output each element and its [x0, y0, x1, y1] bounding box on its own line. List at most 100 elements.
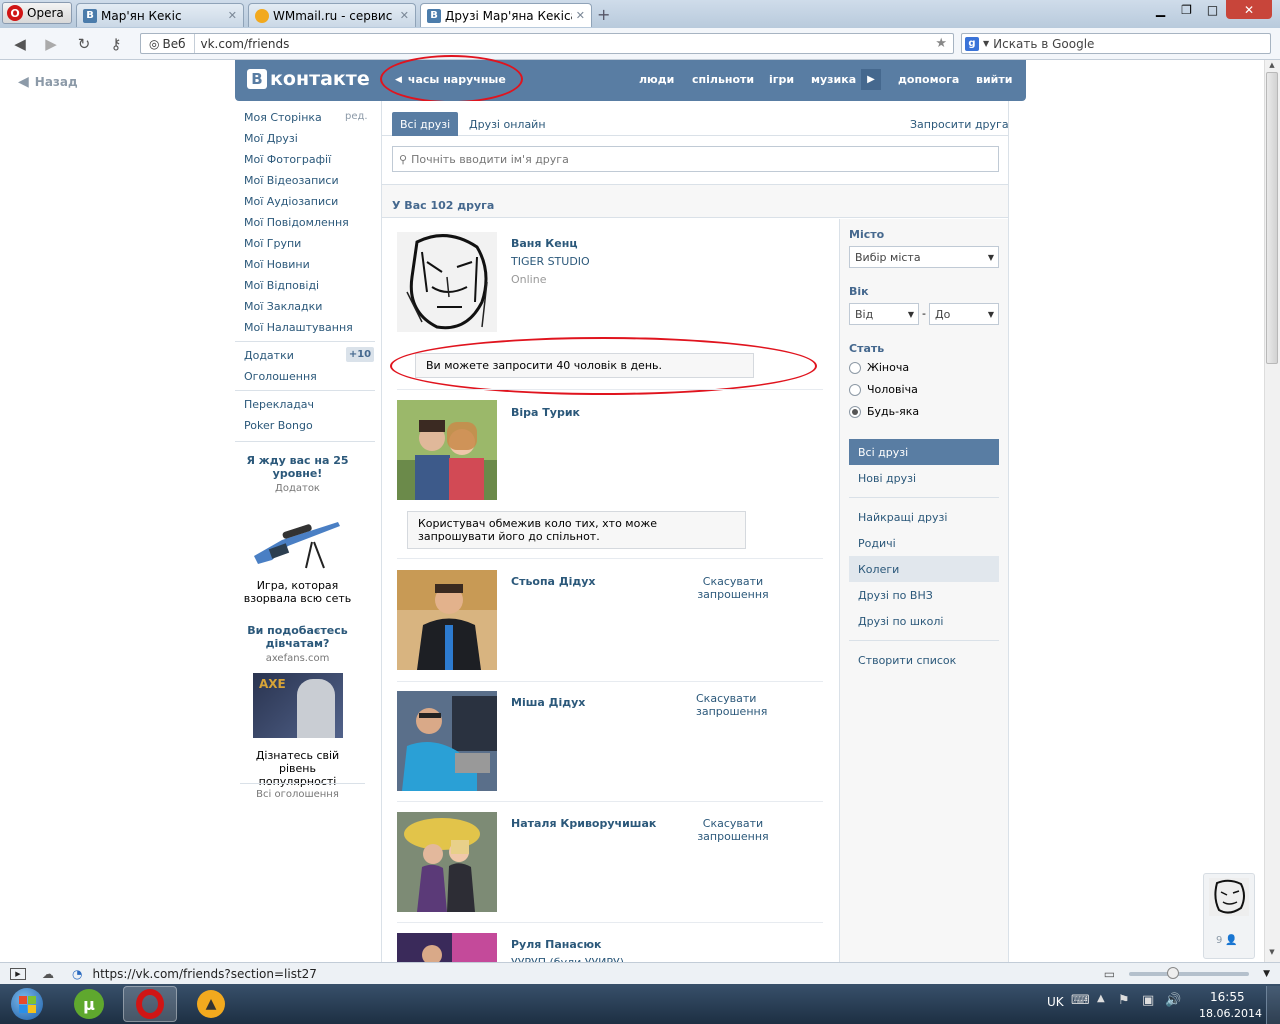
opera-menu-button[interactable]: O Opera: [2, 2, 72, 24]
search-engine-dropdown-icon[interactable]: ▼: [983, 39, 989, 48]
zoom-slider-handle[interactable]: [1167, 966, 1180, 979]
bookmark-star-icon[interactable]: ★: [935, 36, 953, 51]
friend-search-input[interactable]: ⚲ Почніть вводити ім'я друга: [392, 146, 999, 172]
cancel-invite-link[interactable]: Скасувати запрошення: [693, 817, 773, 843]
menu-my-messages[interactable]: Мої Повідомлення: [244, 216, 349, 229]
utorrent-taskbar-icon[interactable]: µ: [62, 986, 116, 1022]
menu-apps[interactable]: Додатки: [244, 349, 294, 362]
list-new-friends[interactable]: Нові друзі: [849, 465, 999, 491]
menu-my-friends[interactable]: Мої Друзі: [244, 132, 298, 145]
age-from-select[interactable]: Від ▼: [849, 303, 919, 325]
menu-ads[interactable]: Оголошення: [244, 370, 317, 383]
ad1-text[interactable]: Игра, которая взорвала всю сеть: [240, 579, 355, 605]
cloud-icon[interactable]: ☁: [42, 967, 54, 981]
clock-time[interactable]: 16:55: [1210, 990, 1245, 1004]
friend-photo[interactable]: [397, 933, 497, 962]
scroll-up-icon[interactable]: ▲: [1266, 61, 1278, 71]
friend-name[interactable]: Стьопа Дідух: [511, 575, 596, 588]
ad1-title[interactable]: Я жду вас на 25 уровне!: [240, 454, 355, 480]
age-to-select[interactable]: До ▼: [929, 303, 999, 325]
axe-ad-image[interactable]: AXE: [253, 673, 343, 738]
menu-translator[interactable]: Перекладач: [244, 398, 314, 411]
show-desktop-button[interactable]: [1266, 986, 1280, 1024]
nav-help[interactable]: допомога: [898, 73, 959, 86]
web-badge[interactable]: ◎ Веб: [141, 34, 195, 53]
browser-search-field[interactable]: g ▼ Искать в Google: [961, 33, 1271, 54]
all-ads-link[interactable]: Всі оголошення: [240, 789, 355, 800]
friend-name[interactable]: Наталя Криворучишак: [511, 817, 656, 830]
tab-marian-kekis[interactable]: B Мар'ян Кекіс ✕: [76, 3, 244, 27]
nav-logout[interactable]: вийти: [976, 73, 1012, 86]
menu-my-audio[interactable]: Мої Аудіозаписи: [244, 195, 338, 208]
nav-games[interactable]: ігри: [769, 73, 794, 86]
page-view-icon[interactable]: ▭: [1104, 967, 1115, 981]
music-play-icon[interactable]: ▶: [861, 69, 881, 90]
reload-icon[interactable]: ↻: [74, 35, 94, 53]
friend-group[interactable]: TIGER STUDIO: [511, 255, 590, 268]
cancel-invite-link[interactable]: Скасувати запрошення: [693, 575, 773, 601]
address-bar[interactable]: ◎ Веб vk.com/friends ★: [140, 33, 954, 54]
start-button[interactable]: [6, 986, 48, 1022]
menu-my-groups[interactable]: Мої Групи: [244, 237, 301, 250]
nav-people[interactable]: люди: [639, 73, 674, 86]
friend-name[interactable]: Руля Панасюк: [511, 938, 602, 951]
menu-my-news[interactable]: Мої Новини: [244, 258, 310, 271]
friend-photo[interactable]: [397, 400, 497, 500]
zoom-menu-icon[interactable]: ▼: [1263, 969, 1270, 979]
menu-my-settings[interactable]: Мої Налаштування: [244, 321, 353, 334]
sex-option-male[interactable]: Чоловіча: [849, 383, 918, 396]
minimize-icon[interactable]: ▁: [1148, 0, 1173, 19]
keyboard-icon[interactable]: ⌨: [1071, 993, 1090, 1008]
speed-dial-icon[interactable]: ◔: [72, 967, 82, 981]
close-window-icon[interactable]: ✕: [1226, 0, 1272, 19]
forward-arrow-icon[interactable]: ▶: [41, 35, 61, 53]
tab-friends-online[interactable]: Друзі онлайн: [461, 112, 554, 136]
keyboard-language[interactable]: UK: [1047, 995, 1064, 1009]
menu-my-bookmarks[interactable]: Мої Закладки: [244, 300, 322, 313]
zoom-slider[interactable]: [1129, 966, 1250, 979]
opera-taskbar-icon[interactable]: [123, 986, 177, 1022]
close-tab-icon[interactable]: ✕: [576, 9, 585, 22]
close-tab-icon[interactable]: ✕: [228, 9, 237, 22]
tab-friends[interactable]: B Друзі Мар'яна Кекіса |... ✕: [420, 3, 592, 27]
show-hidden-icons-icon[interactable]: ▲: [1097, 993, 1105, 1004]
list-university-friends[interactable]: Друзі по ВНЗ: [849, 582, 999, 608]
friend-photo[interactable]: [397, 232, 497, 332]
friend-name[interactable]: Міша Дідух: [511, 696, 585, 709]
list-all-friends[interactable]: Всі друзі: [849, 439, 999, 465]
friend-photo[interactable]: [397, 691, 497, 791]
key-icon[interactable]: ⚷: [106, 35, 126, 53]
friend-photo[interactable]: [397, 812, 497, 912]
url-text[interactable]: vk.com/friends: [195, 37, 936, 51]
new-tab-icon[interactable]: +: [597, 5, 610, 24]
menu-my-photos[interactable]: Мої Фотографії: [244, 153, 331, 166]
scroll-down-icon[interactable]: ▼: [1266, 948, 1278, 958]
invite-friend-link[interactable]: Запросити друга: [902, 112, 1017, 136]
maximize-icon[interactable]: □: [1200, 0, 1225, 19]
menu-edit-link[interactable]: ред.: [345, 111, 368, 122]
menu-my-page[interactable]: Моя Сторінка: [244, 111, 322, 124]
clock-date[interactable]: 18.06.2014: [1199, 1007, 1262, 1020]
nav-communities[interactable]: спільноти: [692, 73, 754, 86]
menu-my-answers[interactable]: Мої Відповіді: [244, 279, 319, 292]
sex-option-female[interactable]: Жіноча: [849, 361, 909, 374]
restore-icon[interactable]: ❐: [1174, 0, 1199, 19]
panel-toggle-icon[interactable]: ▶: [10, 967, 26, 980]
list-relatives[interactable]: Родичі: [849, 530, 999, 556]
tab-wmmail[interactable]: WMmail.ru - сервис п... ✕: [248, 3, 416, 27]
scrollbar-thumb[interactable]: [1266, 72, 1278, 364]
friend-photo[interactable]: [397, 570, 497, 670]
back-link[interactable]: ◀ Назад: [18, 74, 78, 90]
close-tab-icon[interactable]: ✕: [400, 9, 409, 22]
aimp-taskbar-icon[interactable]: ▲: [184, 986, 238, 1022]
vk-logo[interactable]: B контакте: [247, 68, 370, 90]
back-arrow-icon[interactable]: ◀: [10, 35, 30, 53]
cancel-invite-link[interactable]: Скасувати запрошення: [696, 692, 816, 718]
volume-icon[interactable]: 🔊: [1165, 993, 1181, 1008]
city-select[interactable]: Вибір міста ▼: [849, 246, 999, 268]
tab-all-friends[interactable]: Всі друзі: [392, 112, 459, 136]
action-center-flag-icon[interactable]: ⚑: [1118, 993, 1130, 1008]
sniper-rifle-image[interactable]: [252, 512, 342, 572]
mini-friend-avatar[interactable]: [1209, 878, 1249, 916]
online-friends-counter[interactable]: 9 👤: [1216, 935, 1238, 946]
